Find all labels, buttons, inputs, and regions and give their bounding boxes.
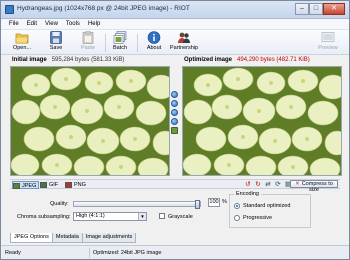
format-gif-tab[interactable]: GIF	[40, 181, 58, 189]
optimized-image-label: Optimized image	[184, 57, 233, 63]
floppy-disk-icon	[50, 31, 62, 44]
rotate-icon[interactable]: ⟳	[274, 181, 282, 188]
partnership-label: Partnership	[169, 45, 199, 51]
compress-to-size-button[interactable]: ✕ Compress to size	[290, 180, 338, 193]
save-label: Save	[49, 45, 63, 51]
compress-label: Compress to size	[301, 181, 333, 193]
batch-button[interactable]: Batch	[105, 31, 135, 54]
app-window: Hydrangeas.jpg (1024x768 px @ 24bit JPEG…	[0, 0, 350, 260]
title-bar: Hydrangeas.jpg (1024x768 px @ 24bit JPEG…	[1, 1, 349, 19]
preview-icon	[321, 32, 335, 42]
paste-button[interactable]: Paste	[73, 31, 103, 54]
app-icon	[5, 5, 14, 14]
quality-slider-thumb[interactable]	[195, 200, 200, 209]
batch-icon	[113, 31, 127, 44]
jpeg-icon	[13, 183, 20, 189]
initial-image-header: Initial image 595,284 bytes (581.33 KiB)	[12, 56, 124, 65]
toolbar-separator	[137, 34, 138, 52]
compare-icon[interactable]	[171, 127, 178, 134]
initial-image-view[interactable]	[10, 66, 170, 176]
status-bar: Ready Optimized: 24bit JPG image	[1, 245, 349, 259]
chroma-subsampling-value: High (4:1:1)	[76, 213, 105, 219]
chroma-subsampling-select[interactable]: High (4:1:1) ▼	[73, 212, 147, 221]
people-icon	[178, 32, 190, 43]
actual-size-icon[interactable]	[171, 118, 178, 125]
hydrangea-photo-optimized	[183, 67, 341, 175]
folder-icon	[15, 33, 29, 44]
optimized-image-header: Optimized image 494,290 bytes (482.71 Ki…	[184, 56, 310, 65]
paste-label: Paste	[80, 45, 96, 51]
partnership-button[interactable]: Partnership	[167, 31, 201, 54]
batch-label: Batch	[112, 45, 128, 51]
chevron-down-icon: ▼	[138, 213, 146, 220]
format-png-label: PNG	[74, 182, 86, 188]
format-jpeg-tab[interactable]: JPEG	[12, 181, 40, 189]
menu-edit[interactable]: Edit	[23, 19, 41, 29]
close-button[interactable]: ✕	[323, 3, 345, 15]
redo-icon[interactable]: ↻	[254, 181, 262, 188]
compress-icon: ✕	[295, 181, 300, 187]
window-title: Hydrangeas.jpg (1024x768 px @ 24bit JPEG…	[17, 5, 190, 12]
flip-icon[interactable]: ⇄	[264, 181, 272, 188]
quality-label: Quality:	[50, 201, 69, 207]
grayscale-checkbox[interactable]	[159, 213, 165, 219]
toolbar: Open... Save Paste Batch About Partnersh…	[1, 30, 349, 55]
chroma-subsampling-label: Chroma subsampling:	[17, 214, 71, 220]
menu-tools[interactable]: Tools	[62, 19, 84, 29]
initial-image-label: Initial image	[12, 57, 47, 63]
quality-value-field[interactable]: 100	[208, 198, 220, 207]
save-button[interactable]: Save	[41, 31, 71, 54]
format-png-tab[interactable]: PNG	[65, 181, 86, 189]
options-tabs: JPEG Options Metadata Image adjustments	[10, 233, 137, 243]
clipboard-icon	[82, 31, 94, 44]
preview-button[interactable]: Preview	[313, 31, 343, 54]
menu-help[interactable]: Help	[84, 19, 104, 29]
zoom-out-icon[interactable]	[171, 100, 178, 107]
format-bar: JPEG GIF PNG ↺ ↻ ⇄ ⟳ ▦ ✕ Compress to size	[10, 179, 340, 193]
encoding-title: Encoding	[234, 191, 261, 197]
status-image-info: Optimized: 24bit JPG image	[93, 250, 162, 256]
grayscale-label: Grayscale	[168, 214, 193, 220]
menu-file[interactable]: File	[5, 19, 23, 29]
view-tools	[171, 91, 179, 136]
menu-view[interactable]: View	[41, 19, 62, 29]
optimized-image-bytes: 494,290 bytes (482.71 KiB)	[237, 57, 310, 63]
status-separator	[89, 248, 90, 258]
undo-icon[interactable]: ↺	[244, 181, 252, 188]
minimize-button[interactable]: –	[295, 3, 309, 15]
gif-icon	[40, 182, 47, 188]
format-jpeg-label: JPEG	[22, 183, 37, 189]
maximize-button[interactable]: □	[309, 3, 323, 15]
open-button[interactable]: Open...	[7, 31, 37, 54]
standard-optimized-label: Standard optimized	[243, 203, 291, 209]
menu-bar: File Edit View Tools Help	[1, 19, 349, 30]
initial-image-bytes: 595,284 bytes (581.33 KiB)	[51, 57, 125, 63]
quality-unit: %	[222, 199, 227, 205]
png-icon	[65, 182, 72, 188]
optimized-image-view[interactable]	[182, 66, 342, 176]
tab-image-adjustments[interactable]: Image adjustments	[81, 233, 137, 243]
format-tools: ↺ ↻ ⇄ ⟳ ▦	[244, 181, 294, 188]
window-controls: – □ ✕	[295, 3, 345, 15]
about-label: About	[146, 45, 162, 51]
hydrangea-photo	[11, 67, 169, 175]
info-icon	[147, 31, 161, 44]
zoom-fit-icon[interactable]	[171, 109, 178, 116]
preview-label: Preview	[318, 45, 338, 51]
progressive-radio[interactable]	[234, 215, 240, 221]
tab-metadata[interactable]: Metadata	[51, 233, 83, 243]
about-button[interactable]: About	[139, 31, 169, 54]
status-ready: Ready	[5, 250, 21, 256]
zoom-in-icon[interactable]	[171, 91, 178, 98]
format-gif-label: GIF	[49, 182, 59, 188]
quality-slider[interactable]	[73, 200, 201, 209]
tab-jpeg-options[interactable]: JPEG Options	[10, 233, 53, 243]
standard-optimized-radio[interactable]	[234, 203, 240, 209]
progressive-label: Progressive	[243, 215, 273, 221]
encoding-group: Encoding Standard optimized Progressive	[229, 191, 311, 228]
open-label: Open...	[12, 45, 32, 51]
